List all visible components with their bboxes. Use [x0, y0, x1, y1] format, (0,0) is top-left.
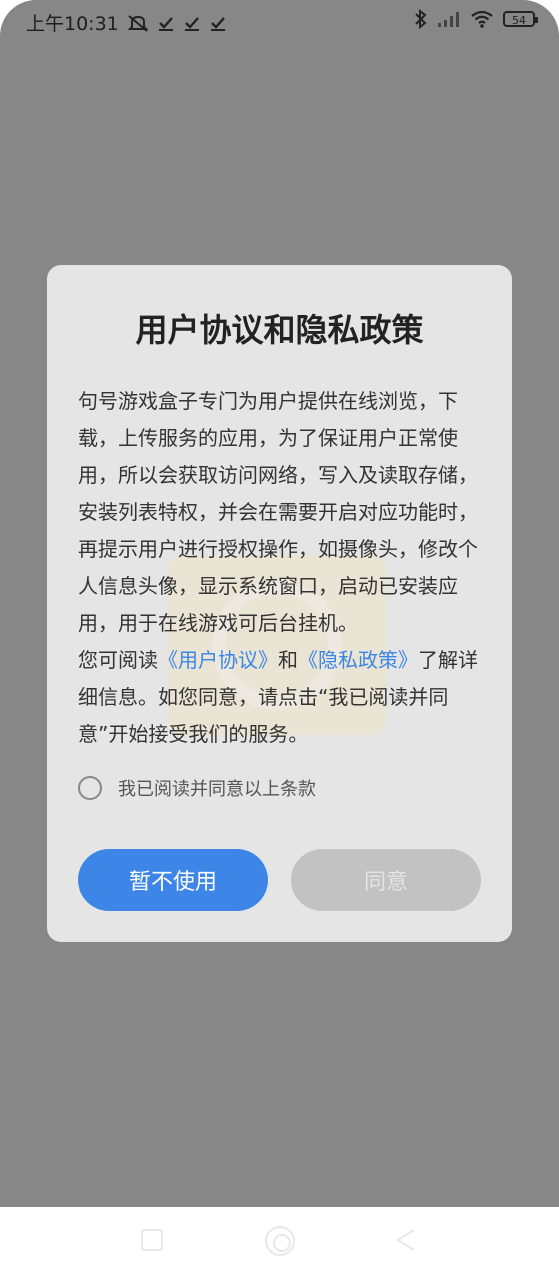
read-prefix: 您可阅读 — [78, 648, 158, 672]
check-icon — [183, 14, 201, 32]
privacy-dialog: 用户协议和隐私政策 句号游戏盒子专门为用户提供在线浏览，下载，上传服务的应用，为… — [47, 265, 512, 942]
agree-radio[interactable] — [78, 776, 102, 800]
navigation-bar — [0, 1207, 559, 1280]
agree-button[interactable]: 同意 — [291, 849, 481, 911]
decline-button[interactable]: 暂不使用 — [78, 849, 268, 911]
battery-icon: 54 — [503, 11, 538, 27]
check-icon — [157, 14, 175, 32]
signal-icon — [437, 10, 461, 28]
user-agreement-link[interactable]: 《用户协议》 — [158, 648, 278, 672]
status-bar: 上午10:31 54 — [0, 0, 559, 42]
back-icon[interactable] — [394, 1227, 418, 1257]
privacy-policy-link[interactable]: 《隐私政策》 — [298, 648, 418, 672]
and-text: 和 — [278, 648, 298, 672]
wifi-icon — [470, 10, 494, 28]
dialog-title: 用户协议和隐私政策 — [135, 311, 424, 349]
screen: 上午10:31 54 用户协议和隐私政策 句号游戏盒子专门为用户提供在线浏览，下… — [0, 0, 559, 1207]
status-left: 上午10:31 — [26, 9, 227, 36]
home-icon[interactable] — [265, 1226, 295, 1256]
dialog-body: 句号游戏盒子专门为用户提供在线浏览，下载，上传服务的应用，为了保证用户正常使用，… — [78, 383, 488, 753]
check-icon — [209, 14, 227, 32]
recent-apps-icon[interactable] — [141, 1229, 163, 1251]
permissions-paragraph: 句号游戏盒子专门为用户提供在线浏览，下载，上传服务的应用，为了保证用户正常使用，… — [78, 389, 478, 635]
agree-checkbox-label[interactable]: 我已阅读并同意以上条款 — [118, 775, 316, 801]
mute-icon — [127, 14, 149, 32]
agreement-paragraph: 您可阅读《用户协议》和《隐私政策》了解详细信息。如您同意，请点击“我已阅读并同意… — [78, 642, 488, 753]
bluetooth-icon — [414, 9, 428, 29]
status-time: 上午10:31 — [26, 13, 119, 35]
agree-checkbox-row[interactable]: 我已阅读并同意以上条款 — [78, 775, 316, 801]
status-right: 54 — [414, 9, 538, 29]
